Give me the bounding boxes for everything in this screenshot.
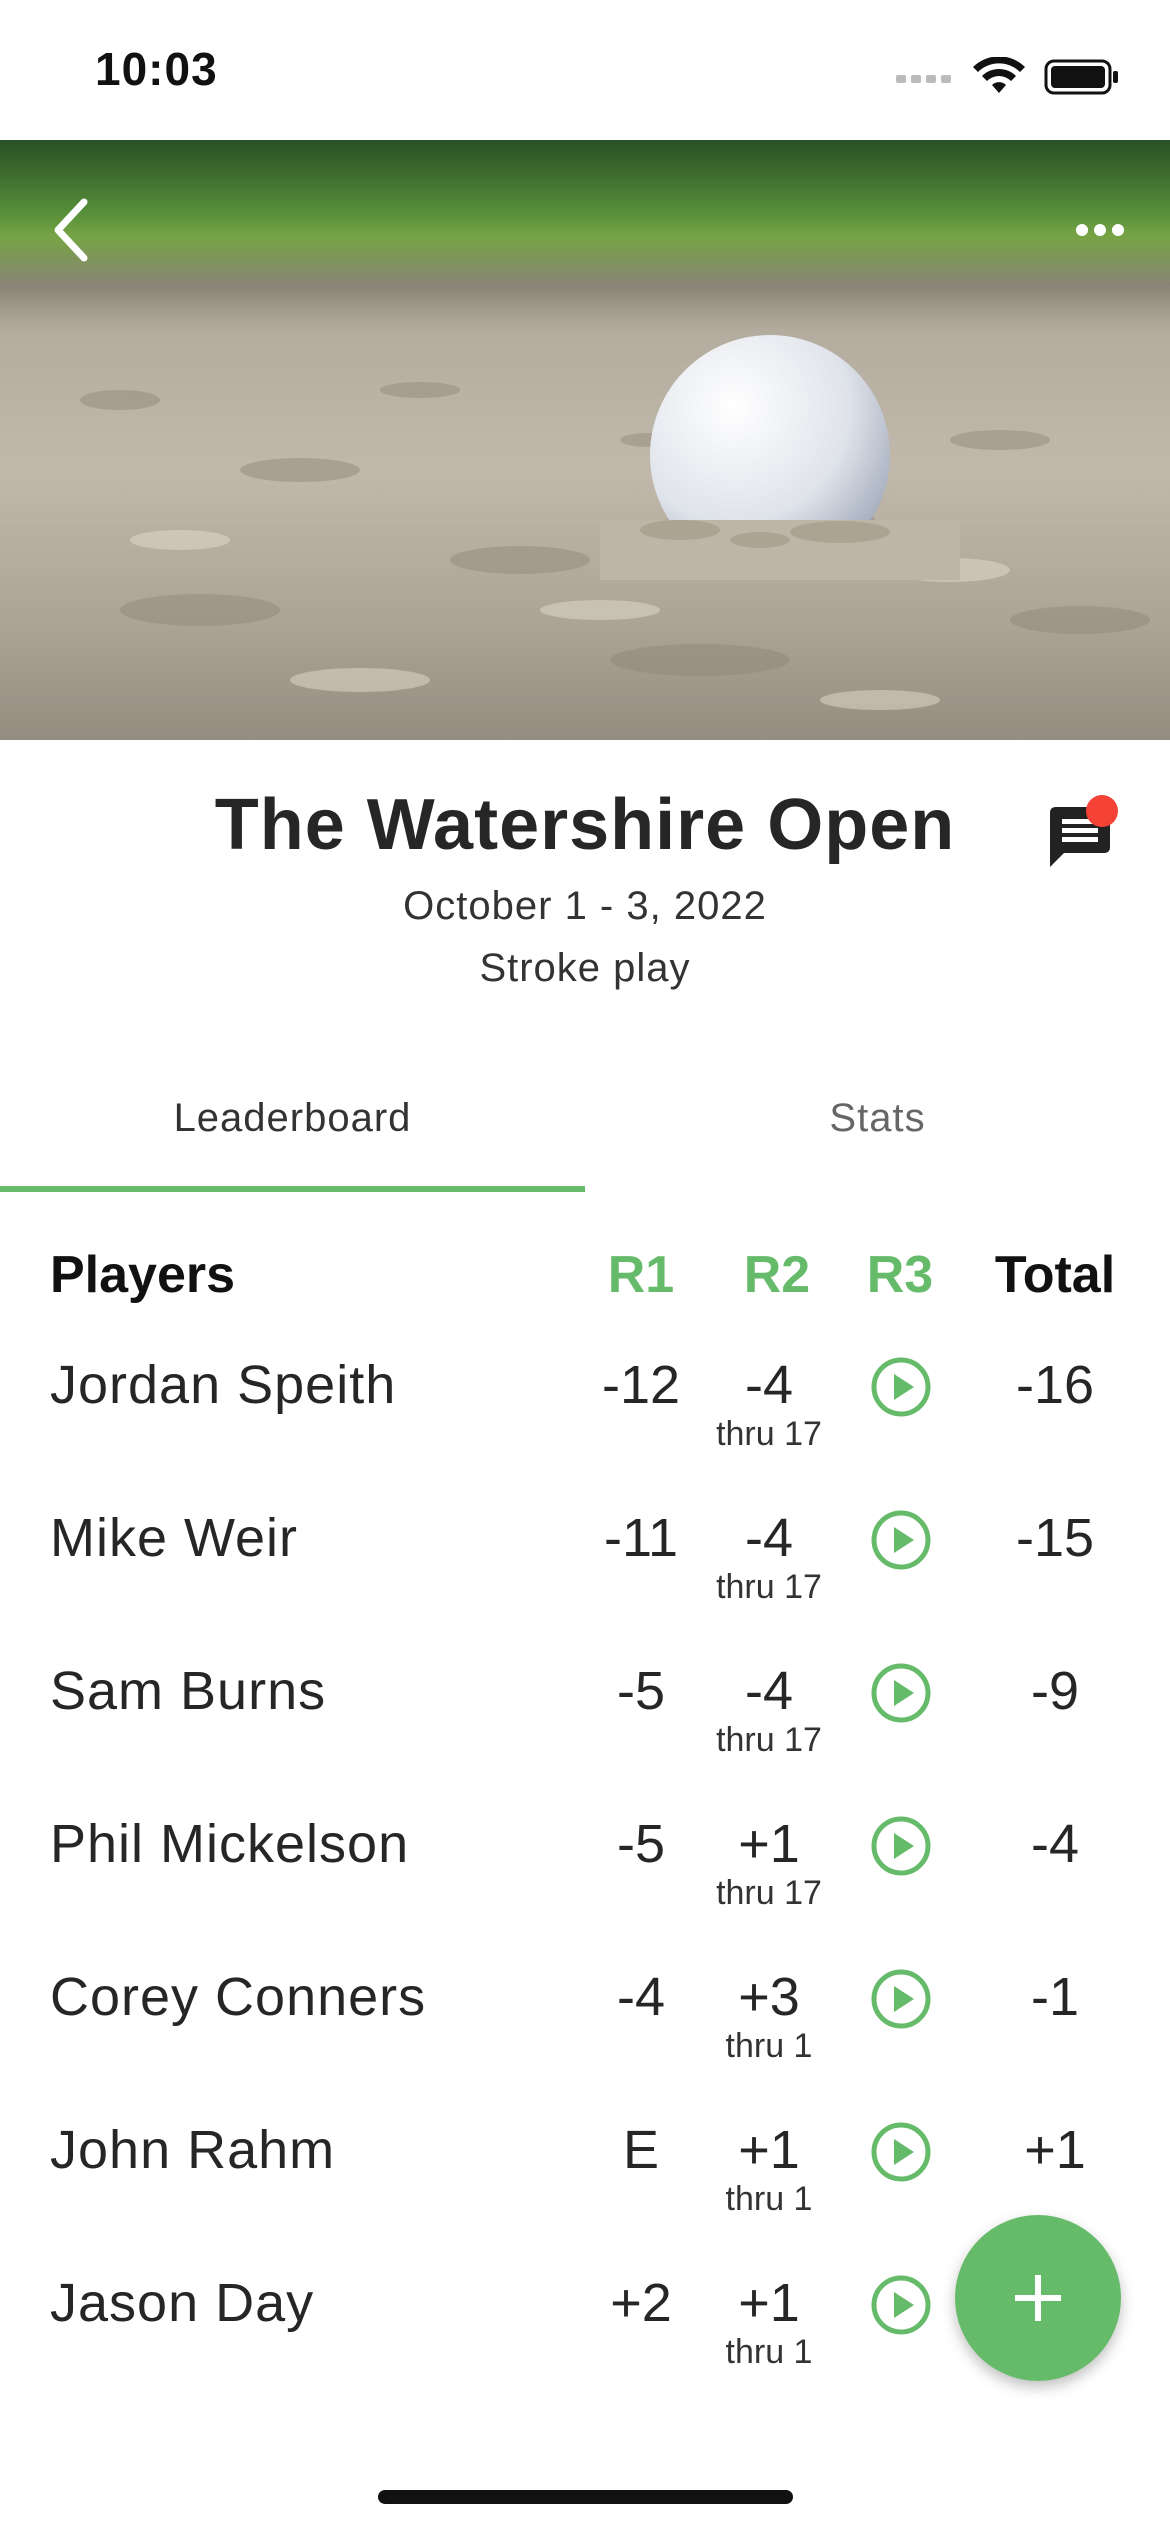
total-score: -4: [1030, 1814, 1079, 1874]
player-name: Sam Burns: [50, 1661, 327, 1721]
wifi-icon: [973, 57, 1025, 93]
more-horizontal-icon: [1076, 224, 1124, 236]
r1-score: -11: [603, 1508, 679, 1568]
r2-thru: thru 1: [725, 2180, 813, 2218]
plus-icon: [1015, 2275, 1061, 2321]
chat-button[interactable]: [1040, 795, 1120, 875]
active-tab-indicator: [0, 1186, 585, 1192]
table-row[interactable]: Corey Conners -4 +3 thru 1 -1: [0, 1942, 1170, 2095]
status-time: 10:03: [95, 43, 218, 95]
tab-stats[interactable]: Stats: [585, 1060, 1170, 1188]
total-score: -9: [1030, 1661, 1079, 1721]
r2-thru: thru 17: [716, 1721, 822, 1759]
tab-bar: Leaderboard Stats: [0, 1060, 1170, 1192]
player-name: Jordan Speith: [50, 1355, 397, 1415]
total-score: -1: [1030, 1967, 1079, 2027]
r1-column-header: R1: [607, 1246, 675, 1304]
r1-score: -5: [616, 1661, 665, 1721]
total-score: +1: [1024, 2120, 1086, 2180]
r2-thru: thru 17: [716, 1874, 822, 1912]
play-circle-icon[interactable]: [870, 1968, 932, 2030]
player-name: Jason Day: [50, 2273, 315, 2333]
chat-icon: [1050, 795, 1118, 867]
hero-image: [0, 140, 1170, 740]
r1-score: -4: [616, 1967, 665, 2027]
more-options-button[interactable]: [1060, 200, 1140, 260]
tab-leaderboard[interactable]: Leaderboard: [0, 1060, 585, 1188]
tournament-format: Stroke play: [479, 946, 691, 990]
total-score: -16: [1015, 1355, 1095, 1415]
r1-score: -5: [616, 1814, 665, 1874]
status-bar: 10:03: [0, 0, 1170, 140]
table-row[interactable]: Jordan Speith -12 -4 thru 17 -16: [0, 1330, 1170, 1483]
table-row[interactable]: Mike Weir -11 -4 thru 17 -15: [0, 1483, 1170, 1636]
table-row[interactable]: Phil Mickelson -5 +1 thru 17 -4: [0, 1789, 1170, 1942]
players-column-header: Players: [50, 1246, 236, 1304]
player-name: Corey Conners: [50, 1967, 427, 2027]
table-row[interactable]: Sam Burns -5 -4 thru 17 -9: [0, 1636, 1170, 1789]
play-circle-icon[interactable]: [870, 2121, 932, 2183]
cellular-signal-icon: [896, 75, 951, 83]
r2-thru: thru 1: [725, 2333, 813, 2371]
status-icons: [896, 52, 1120, 102]
tournament-dates: October 1 - 3, 2022: [403, 884, 767, 928]
play-circle-icon[interactable]: [870, 1356, 932, 1418]
r2-thru: thru 1: [725, 2027, 813, 2065]
player-name: John Rahm: [50, 2120, 336, 2180]
play-circle-icon[interactable]: [870, 1815, 932, 1877]
tournament-title: The Watershire Open: [214, 785, 956, 865]
r2-thru: thru 17: [716, 1568, 822, 1606]
home-indicator: [378, 2490, 793, 2504]
play-circle-icon[interactable]: [870, 2274, 932, 2336]
play-circle-icon[interactable]: [870, 1662, 932, 1724]
r2-thru: thru 17: [716, 1415, 822, 1453]
back-button[interactable]: [44, 190, 100, 270]
play-circle-icon[interactable]: [870, 1509, 932, 1571]
r1-score: +2: [610, 2273, 672, 2333]
battery-icon: [1044, 59, 1118, 95]
total-score: -15: [1015, 1508, 1095, 1568]
total-column-header: Total: [994, 1246, 1116, 1304]
r3-column-header: R3: [866, 1246, 934, 1304]
add-button[interactable]: [955, 2215, 1121, 2381]
player-name: Phil Mickelson: [50, 1814, 410, 1874]
golf-ball-in-sand-image: [0, 140, 1170, 740]
notification-badge: [1086, 795, 1118, 827]
chevron-left-icon: [54, 198, 88, 262]
leaderboard-header-row: Players R1 R2 R3 Total: [0, 1230, 1170, 1320]
tournament-header: The Watershire Open October 1 - 3, 2022 …: [0, 780, 1170, 996]
player-name: Mike Weir: [50, 1508, 299, 1568]
r2-column-header: R2: [743, 1246, 811, 1304]
r1-score: E: [622, 2120, 660, 2180]
r1-score: -12: [601, 1355, 681, 1415]
